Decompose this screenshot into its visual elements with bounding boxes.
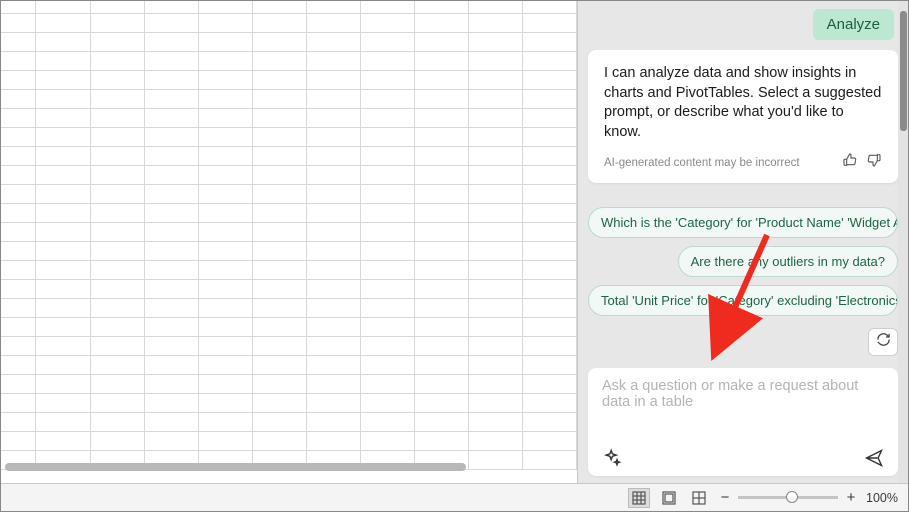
copilot-sidebar: Analyze I can analyze data and show insi… [577, 1, 908, 483]
thumbs-up-icon[interactable] [842, 152, 858, 173]
send-icon[interactable] [864, 448, 884, 468]
prompt-input[interactable] [602, 378, 884, 422]
status-bar: − + 100% [1, 483, 908, 511]
vertical-scrollbar[interactable] [898, 1, 908, 483]
spreadsheet-grid[interactable] [1, 1, 577, 483]
ai-disclaimer: AI-generated content may be incorrect [604, 157, 800, 169]
zoom-level[interactable]: 100% [866, 491, 898, 505]
zoom-out-button[interactable]: − [718, 489, 732, 506]
thumbs-down-icon[interactable] [866, 152, 882, 173]
view-normal-button[interactable] [628, 488, 650, 508]
analyze-badge: Analyze [813, 9, 894, 40]
refresh-suggestions-button[interactable] [868, 328, 898, 356]
zoom-in-button[interactable]: + [844, 489, 858, 506]
intro-text: I can analyze data and show insights in … [604, 64, 882, 142]
suggestion-chip[interactable]: Are there any outliers in my data? [678, 246, 898, 277]
refresh-icon [876, 332, 891, 352]
zoom-control: − + [718, 489, 858, 506]
zoom-slider[interactable] [738, 496, 838, 499]
sparkle-icon[interactable] [602, 448, 622, 468]
view-page-break-button[interactable] [688, 488, 710, 508]
suggestion-chip[interactable]: Total 'Unit Price' for 'Category' exclud… [588, 285, 898, 316]
view-page-layout-button[interactable] [658, 488, 680, 508]
horizontal-scrollbar[interactable] [5, 463, 517, 471]
intro-card: I can analyze data and show insights in … [588, 50, 898, 183]
prompt-input-card [588, 368, 898, 476]
suggestion-chip[interactable]: Which is the 'Category' for 'Product Nam… [588, 207, 898, 238]
suggestion-list: Which is the 'Category' for 'Product Nam… [588, 207, 898, 316]
